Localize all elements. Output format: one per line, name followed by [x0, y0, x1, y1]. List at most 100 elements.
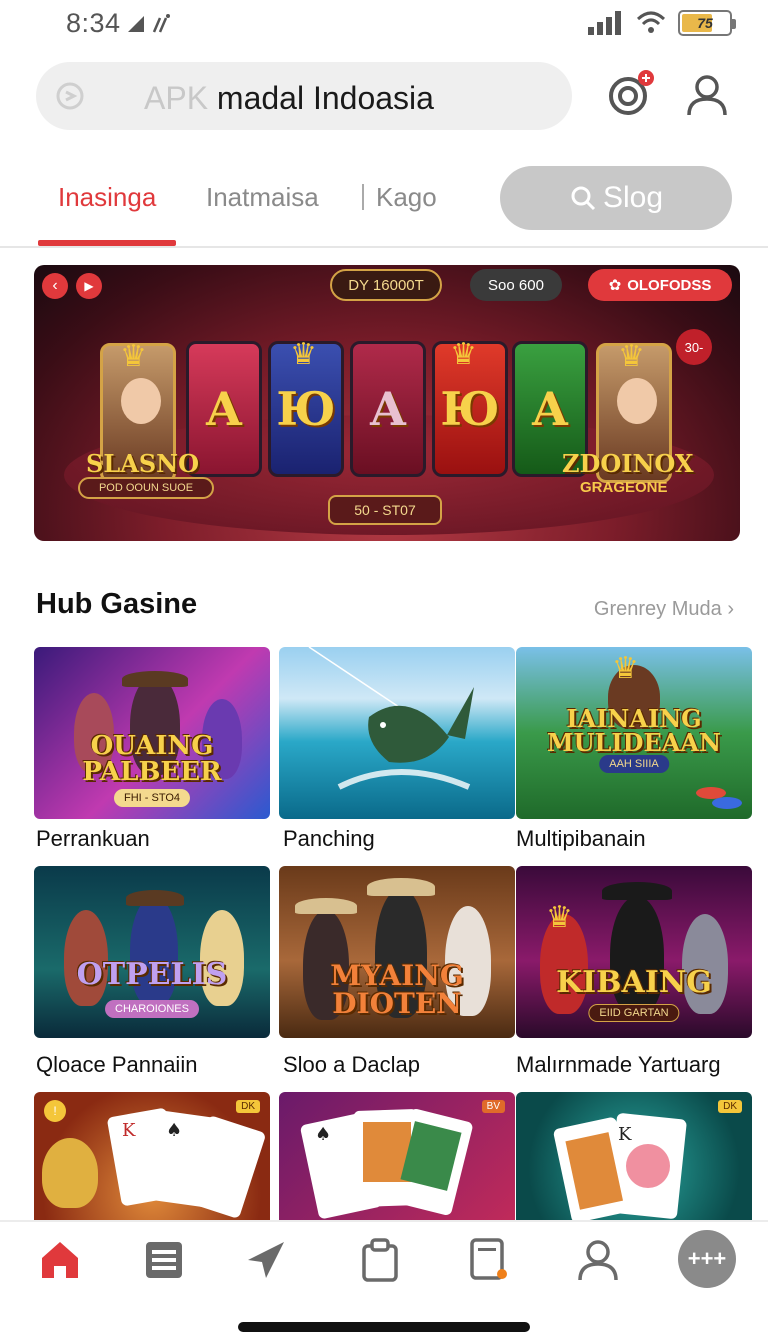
game-label[interactable]: Malırnmade Yartuarg — [516, 1052, 721, 1078]
tab-active-indicator — [38, 240, 176, 246]
game-card[interactable] — [279, 647, 515, 819]
search-icon — [56, 82, 84, 110]
wifi-icon — [636, 11, 666, 33]
chevron-right-icon: › — [727, 598, 734, 620]
game-card[interactable]: ♠ BV — [279, 1092, 515, 1220]
crown-icon: ♛ — [612, 652, 639, 685]
game-card-subtitle: AAH SIIIA — [599, 755, 669, 773]
hat-icon — [122, 671, 188, 687]
banner-title-left: SLASNO — [86, 449, 200, 478]
game-label[interactable]: Perrankuan — [36, 826, 150, 852]
playing-cards-icon: K — [553, 1113, 687, 1220]
tab-inatmaisa[interactable]: Inatmaisa — [206, 182, 319, 213]
send-icon[interactable] — [244, 1238, 288, 1282]
tab-inasinga[interactable]: Inasinga — [58, 182, 156, 213]
game-card[interactable]: ♛ IAINAING MULIDEAAN AAH SIIIA — [516, 647, 752, 819]
search-value: madal Indoasia — [216, 80, 434, 116]
banner-subtitle-left: POD OOUN SUOE — [78, 477, 214, 499]
svg-text:♠: ♠ — [315, 1124, 331, 1145]
hat-icon — [295, 898, 357, 914]
game-card-subtitle: FHI - STO4 — [113, 789, 191, 807]
search-icon — [571, 186, 596, 211]
profile-icon[interactable] — [684, 72, 730, 118]
game-card-title: MYAING DIOTEN — [330, 959, 464, 1020]
crown-icon: ♛ — [450, 338, 477, 371]
card-badge: BV — [481, 1100, 505, 1113]
banner-subtitle-right: GRAGEONE — [580, 479, 668, 496]
game-card-title: OTPELIS — [76, 957, 228, 992]
game-card-subtitle: EIID GARTAN — [588, 1004, 680, 1022]
list-icon[interactable] — [142, 1238, 186, 1282]
banner-offer-label: OLOFODSS — [627, 276, 712, 294]
crown-icon: ♛ — [618, 340, 645, 373]
hat-icon — [367, 878, 435, 896]
chip-icon — [712, 797, 742, 809]
game-card-title: KIBAING — [556, 965, 712, 1000]
info-icon: ! — [44, 1100, 66, 1122]
svg-text:K: K — [618, 1124, 632, 1145]
document-icon[interactable] — [466, 1238, 510, 1282]
slot-reel: A — [350, 341, 426, 477]
banner-pill-soo: Soo 600 — [470, 269, 562, 301]
game-card-title: IAINAING MULIDEAAN — [547, 704, 721, 757]
home-icon[interactable] — [38, 1238, 82, 1282]
search-prefix: APK — [144, 80, 209, 116]
banner-bottom-pill: 50 - ST07 — [328, 495, 442, 525]
slog-button[interactable]: Slog — [500, 166, 732, 230]
hat-icon — [126, 890, 184, 906]
svg-text:K: K — [122, 1120, 136, 1141]
banner-offer-button[interactable]: ✿ OLOFODSS — [588, 269, 732, 301]
playing-cards-icon: K ♠ — [107, 1108, 265, 1218]
game-card[interactable]: K DK — [516, 1092, 752, 1220]
game-label[interactable]: Qloace Pannaiin — [36, 1052, 197, 1078]
fish-icon — [308, 647, 474, 790]
hat-icon — [602, 882, 672, 900]
status-time: 8:34 — [66, 8, 121, 38]
home-indicator — [238, 1322, 530, 1332]
queen-face — [121, 378, 161, 424]
tab-kago[interactable]: Kago — [376, 182, 437, 213]
crown-icon: ♛ — [120, 340, 147, 373]
section-title: Hub Gasine — [36, 588, 198, 620]
play-icon[interactable]: ▶ — [76, 273, 102, 299]
game-label[interactable]: Sloo a Daclap — [283, 1052, 420, 1078]
crown-icon: ♛ — [546, 901, 573, 934]
cell-signal-icon — [588, 11, 621, 35]
game-card[interactable]: K ♠ ! DK — [34, 1092, 270, 1220]
card-badge: DK — [236, 1100, 260, 1113]
game-card[interactable]: OTPELIS CHAROIONES — [34, 866, 270, 1038]
game-card[interactable]: MYAING DIOTEN — [279, 866, 515, 1038]
profile-nav-icon[interactable] — [576, 1238, 620, 1282]
game-card[interactable]: OUAING PALBEER FHI - STO4 — [34, 647, 270, 819]
banner-pill-dy: DY 16000T — [330, 269, 442, 301]
banner-title-right: ZDOINOX — [562, 449, 694, 478]
battery-label: 75 — [697, 15, 713, 31]
playing-cards-icon: ♠ — [300, 1108, 473, 1219]
tab-divider — [362, 184, 364, 210]
game-card-title: OUAING PALBEER — [82, 731, 222, 787]
see-more-label: Grenrey Muda — [593, 598, 722, 620]
search-input[interactable]: APK madal Indoasia — [36, 62, 572, 130]
see-more-link[interactable]: Grenrey Muda › — [594, 598, 734, 621]
battery-icon: 75 — [678, 10, 736, 36]
banner-badge: 30- — [676, 329, 712, 365]
game-card[interactable]: ♛ KIBAING EIID GARTAN — [516, 866, 752, 1038]
signal-small-icons — [128, 14, 170, 33]
search-text: APK madal Indoasia — [144, 80, 434, 117]
svg-text:♠: ♠ — [166, 1120, 182, 1141]
game-label[interactable]: Panching — [283, 826, 375, 852]
gift-icon: ✿ — [608, 277, 622, 294]
crown-icon: ♛ — [290, 338, 317, 371]
card-badge: DK — [718, 1100, 742, 1113]
scan-icon[interactable] — [606, 70, 656, 120]
slog-label: Slog — [602, 181, 664, 214]
status-bar: 8:34 75 — [0, 0, 768, 48]
clipboard-icon[interactable] — [358, 1238, 402, 1282]
status-right: 75 — [588, 10, 736, 36]
promo-banner[interactable]: ‹ ▶ DY 16000T Soo 600 ✿ OLOFODSS ♛ ♛ A Ю… — [34, 265, 740, 541]
fab-icon[interactable]: +++ — [678, 1230, 736, 1288]
game-card-subtitle: CHAROIONES — [105, 1000, 199, 1018]
game-label[interactable]: Multipibanain — [516, 826, 646, 852]
queen-face — [617, 378, 657, 424]
chevron-left-icon[interactable]: ‹ — [42, 273, 68, 299]
